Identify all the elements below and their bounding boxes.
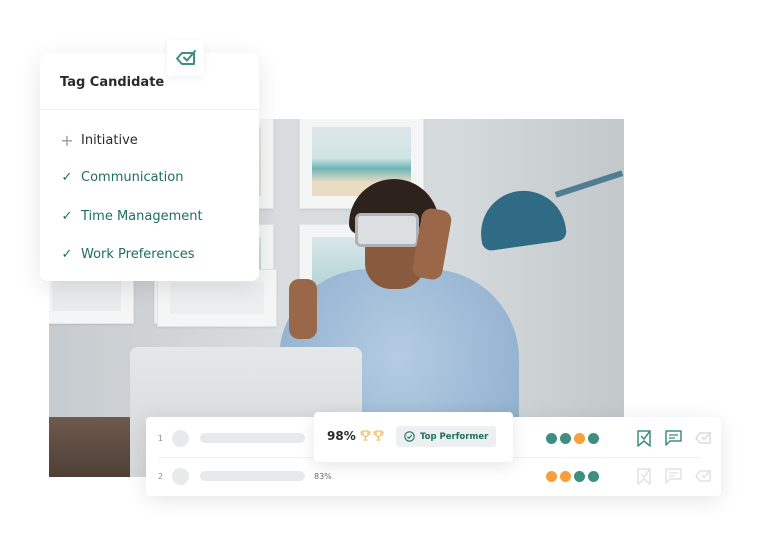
bookmark-check-icon[interactable] bbox=[636, 429, 652, 447]
score-value: 98% bbox=[327, 429, 356, 443]
tag-option-communication[interactable]: ✓ Communication bbox=[60, 170, 184, 185]
tag-check-icon[interactable] bbox=[695, 431, 712, 445]
top-performer-badge: Top Performer bbox=[396, 426, 496, 447]
check-icon: ✓ bbox=[61, 170, 73, 185]
rating-dot bbox=[588, 432, 599, 444]
comment-icon[interactable] bbox=[665, 430, 682, 446]
comment-icon[interactable] bbox=[665, 468, 682, 484]
tag-option-label: Time Management bbox=[81, 209, 203, 224]
tag-candidate-card: Tag Candidate + Initiative ✓ Communicati… bbox=[40, 53, 259, 281]
tag-card-title: Tag Candidate bbox=[60, 75, 165, 90]
rating-dot bbox=[588, 470, 599, 482]
plus-icon: + bbox=[60, 131, 74, 150]
badge-label: Top Performer bbox=[420, 431, 489, 442]
avatar bbox=[172, 429, 189, 447]
top-score-card: 98% Top Performer bbox=[314, 412, 513, 462]
rank-number: 2 bbox=[158, 471, 164, 481]
rank-number: 1 bbox=[158, 433, 164, 443]
person-hand bbox=[289, 279, 317, 339]
bookmark-check-icon[interactable] bbox=[636, 467, 652, 485]
tag-option-label: Work Preferences bbox=[81, 247, 195, 262]
rating-dots bbox=[546, 432, 599, 444]
row-actions bbox=[636, 467, 712, 485]
tag-option-label: Communication bbox=[81, 170, 184, 185]
trophies bbox=[360, 430, 384, 441]
rating-dot bbox=[546, 432, 557, 444]
rating-dot bbox=[574, 432, 585, 444]
rating-dot bbox=[560, 432, 571, 444]
name-placeholder-bar bbox=[200, 471, 305, 481]
rating-dot bbox=[546, 470, 557, 482]
check-circle-icon bbox=[404, 431, 415, 442]
tag-option-label: Initiative bbox=[81, 133, 138, 148]
rating-dot bbox=[560, 470, 571, 482]
tag-option-work-preferences[interactable]: ✓ Work Preferences bbox=[60, 247, 195, 262]
avatar bbox=[172, 467, 189, 485]
trophy-icon bbox=[373, 430, 384, 441]
tag-option-initiative[interactable]: + Initiative bbox=[60, 131, 138, 150]
tag-card-divider bbox=[40, 109, 259, 110]
check-icon: ✓ bbox=[61, 209, 73, 224]
score-value: 83% bbox=[314, 471, 332, 481]
rating-dots bbox=[546, 470, 599, 482]
vr-headset bbox=[355, 213, 419, 247]
table-row[interactable]: 2 83% bbox=[146, 457, 721, 495]
tag-card-icon-badge[interactable] bbox=[167, 40, 204, 76]
check-icon: ✓ bbox=[61, 247, 73, 262]
tag-check-icon bbox=[175, 50, 196, 65]
name-placeholder-bar bbox=[200, 433, 305, 443]
tag-check-icon[interactable] bbox=[695, 469, 712, 483]
row-actions bbox=[636, 429, 712, 447]
tag-option-time-management[interactable]: ✓ Time Management bbox=[60, 209, 203, 224]
rating-dot bbox=[574, 470, 585, 482]
trophy-icon bbox=[360, 430, 371, 441]
